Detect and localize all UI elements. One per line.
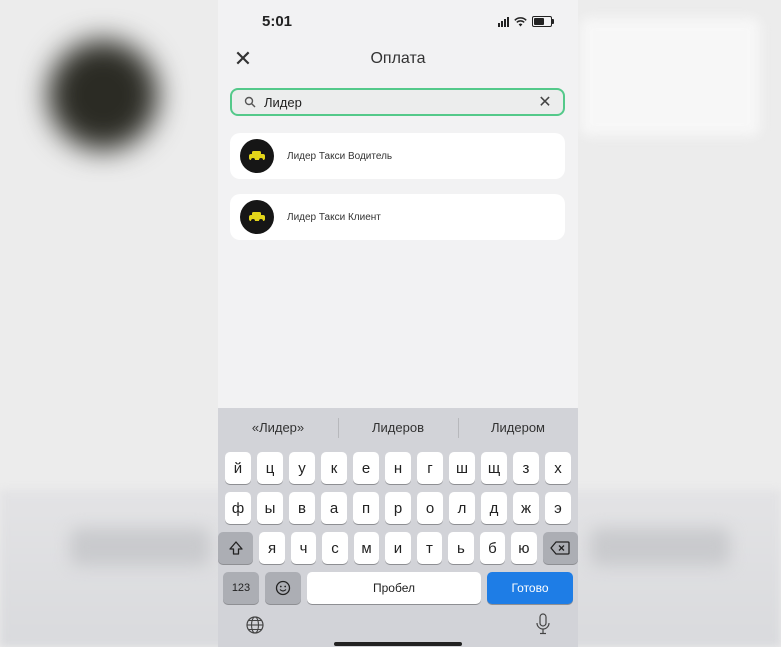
key[interactable]: о: [417, 492, 443, 524]
key[interactable]: л: [449, 492, 475, 524]
backspace-icon: [550, 541, 570, 555]
key[interactable]: д: [481, 492, 507, 524]
shift-icon: [229, 541, 243, 555]
app-logo-icon: [240, 139, 274, 173]
signal-icon: [498, 16, 509, 27]
result-label: Лидер Такси Водитель: [287, 150, 393, 162]
key[interactable]: у: [289, 452, 315, 484]
emoji-icon: [275, 580, 291, 596]
blurred-button: [590, 528, 730, 566]
keyboard: «Лидер» Лидеров Лидером й ц у к е н г ш …: [218, 408, 578, 647]
key[interactable]: щ: [481, 452, 507, 484]
suggestion[interactable]: Лидером: [458, 408, 578, 448]
suggestion[interactable]: «Лидер»: [218, 408, 338, 448]
key[interactable]: ы: [257, 492, 283, 524]
clear-search-button[interactable]: ✕: [537, 92, 553, 112]
key[interactable]: р: [385, 492, 411, 524]
backspace-key[interactable]: [542, 532, 578, 564]
blurred-avatar: [48, 40, 158, 150]
key[interactable]: п: [353, 492, 379, 524]
key[interactable]: с: [322, 532, 348, 564]
key[interactable]: и: [385, 532, 411, 564]
suggestion[interactable]: Лидеров: [338, 408, 458, 448]
key[interactable]: з: [513, 452, 539, 484]
done-key[interactable]: Готово: [487, 572, 573, 604]
search-bar: ✕: [230, 88, 565, 116]
status-icons: [498, 16, 554, 27]
status-bar: 5:01: [218, 0, 578, 44]
key[interactable]: к: [321, 452, 347, 484]
key[interactable]: ю: [511, 532, 537, 564]
key[interactable]: н: [385, 452, 411, 484]
page-title: Оплата: [370, 50, 426, 67]
key[interactable]: ш: [449, 452, 475, 484]
home-indicator: [334, 642, 462, 646]
wifi-icon: [514, 16, 527, 26]
key-row: й ц у к е н г ш щ з х: [218, 452, 578, 484]
phone-screen: 5:01 ✕ Оплата ✕: [218, 0, 578, 647]
space-key[interactable]: Пробел: [307, 572, 481, 604]
key[interactable]: э: [545, 492, 571, 524]
key[interactable]: ц: [257, 452, 283, 484]
search-icon: [244, 96, 256, 108]
key[interactable]: а: [321, 492, 347, 524]
key[interactable]: ь: [448, 532, 474, 564]
key-row: я ч с м и т ь б ю: [218, 532, 578, 564]
key-row: 123 Пробел Готово: [218, 572, 578, 604]
result-label: Лидер Такси Клиент: [287, 211, 381, 223]
key[interactable]: т: [416, 532, 443, 564]
result-item[interactable]: Лидер Такси Водитель: [230, 133, 565, 179]
globe-icon[interactable]: [245, 615, 265, 635]
battery-icon: [532, 16, 554, 27]
key[interactable]: я: [259, 532, 285, 564]
search-input[interactable]: [264, 94, 537, 110]
status-time: 5:01: [262, 13, 293, 30]
blurred-button: [70, 528, 210, 566]
emoji-key[interactable]: [265, 572, 301, 604]
microphone-icon[interactable]: [535, 613, 551, 635]
header: ✕ Оплата: [218, 46, 578, 76]
key[interactable]: й: [225, 452, 251, 484]
key[interactable]: ф: [225, 492, 251, 524]
result-item[interactable]: Лидер Такси Клиент: [230, 194, 565, 240]
key[interactable]: е: [353, 452, 379, 484]
shift-key[interactable]: [218, 532, 254, 564]
key[interactable]: ч: [290, 532, 317, 564]
key[interactable]: м: [353, 532, 380, 564]
key[interactable]: в: [289, 492, 315, 524]
key[interactable]: х: [545, 452, 571, 484]
key[interactable]: ж: [513, 492, 539, 524]
numbers-key[interactable]: 123: [223, 572, 259, 604]
key[interactable]: б: [479, 532, 506, 564]
key-row: ф ы в а п р о л д ж э: [218, 492, 578, 524]
key[interactable]: г: [417, 452, 443, 484]
suggestion-bar: «Лидер» Лидеров Лидером: [218, 408, 578, 448]
blurred-card: [580, 18, 760, 136]
app-logo-icon: [240, 200, 274, 234]
